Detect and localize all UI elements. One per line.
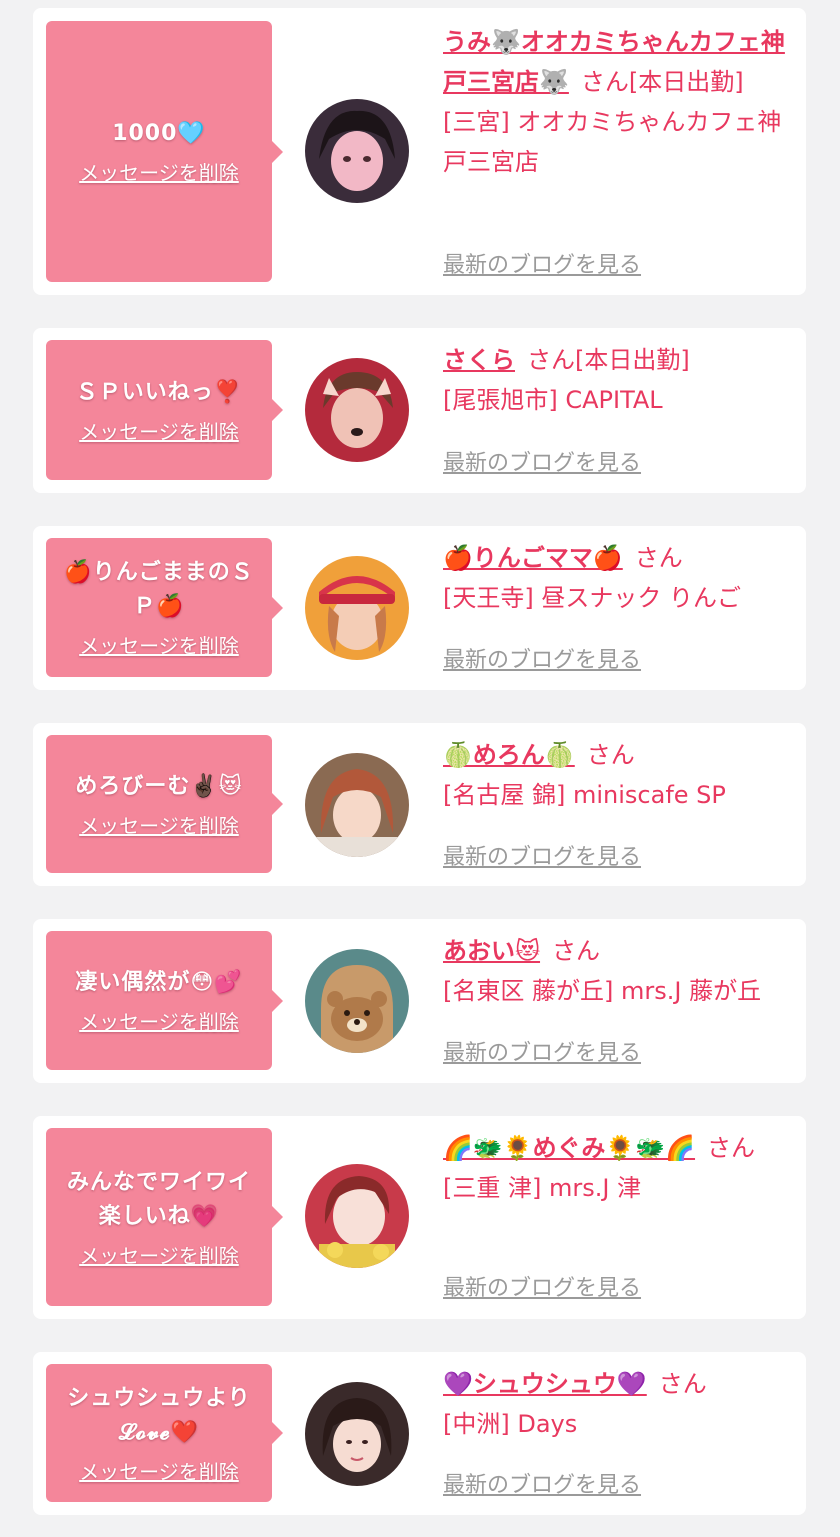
honorific: さん bbox=[707, 1134, 756, 1162]
honorific: さん bbox=[580, 68, 629, 96]
cast-name-link[interactable]: 🍈めろん🍈 bbox=[443, 741, 575, 769]
delete-message-link[interactable]: メッセージを削除 bbox=[79, 1456, 239, 1485]
shop-info: [天王寺] 昼スナック りんご bbox=[443, 584, 741, 612]
latest-blog-link[interactable]: 最新のブログを見る bbox=[443, 642, 641, 674]
cast-name-link[interactable]: 🍎りんごママ🍎 bbox=[443, 544, 623, 572]
latest-blog-link[interactable]: 最新のブログを見る bbox=[443, 1035, 641, 1067]
avatar[interactable] bbox=[305, 753, 409, 857]
message-text: みんなでワイワイ楽しいね💗 bbox=[66, 1169, 251, 1229]
message-bubble: みんなでワイワイ楽しいね💗 メッセージを削除 bbox=[46, 1128, 283, 1306]
message-text: めろびーむ✌🏿😻 bbox=[75, 773, 243, 799]
cast-name-link[interactable]: 💜シュウシュウ💜 bbox=[443, 1370, 647, 1398]
latest-blog-link[interactable]: 最新のブログを見る bbox=[443, 445, 641, 477]
delete-message-link[interactable]: メッセージを削除 bbox=[79, 630, 239, 659]
delete-message-link[interactable]: メッセージを削除 bbox=[79, 1240, 239, 1269]
latest-blog-link[interactable]: 最新のブログを見る bbox=[443, 247, 641, 279]
list-item: 🍎りんごままのＳＰ🍎 メッセージを削除 🍎りんごママ🍎 さん [天王寺] 昼スナッ… bbox=[33, 526, 806, 690]
delete-message-link[interactable]: メッセージを削除 bbox=[79, 810, 239, 839]
avatar[interactable] bbox=[305, 556, 409, 660]
cast-info: あおい😻 さん [名東区 藤が丘] mrs.J 藤が丘 bbox=[443, 931, 793, 1011]
message-text: 1000🩵 bbox=[112, 121, 206, 146]
avatar[interactable] bbox=[305, 1164, 409, 1268]
avatar[interactable] bbox=[305, 1382, 409, 1486]
honorific: さん bbox=[552, 937, 601, 965]
list-item: ＳＰいいねっ❣️ メッセージを削除 さくら さん[本日出勤] [尾張旭市] CAP… bbox=[33, 328, 806, 493]
avatar[interactable] bbox=[305, 99, 409, 203]
cast-info: 🍈めろん🍈 さん [名古屋 錦] miniscafe SP bbox=[443, 735, 793, 815]
shop-info: [三宮] オオカミちゃんカフェ神戸三宮店 bbox=[443, 108, 782, 176]
latest-blog-link[interactable]: 最新のブログを見る bbox=[443, 1270, 641, 1302]
delete-message-link[interactable]: メッセージを削除 bbox=[79, 1006, 239, 1035]
list-item: みんなでワイワイ楽しいね💗 メッセージを削除 🌈🐲🌻めぐみ🌻🐲🌈 さん [三重 津… bbox=[33, 1116, 806, 1319]
shop-info: [尾張旭市] CAPITAL bbox=[443, 386, 663, 414]
list-item: 凄い偶然が😳💕 メッセージを削除 あおい😻 さん [名東区 藤が丘] mrs.J … bbox=[33, 919, 806, 1083]
delete-message-link[interactable]: メッセージを削除 bbox=[79, 157, 239, 186]
list-item: シュウシュウより𝓛𝓸𝓿𝓮❤️ メッセージを削除 💜シュウシュウ💜 さん [中洲] … bbox=[33, 1352, 806, 1515]
work-status: [本日出勤] bbox=[628, 68, 744, 96]
message-text: 🍎りんごままのＳＰ🍎 bbox=[64, 560, 254, 619]
message-bubble: シュウシュウより𝓛𝓸𝓿𝓮❤️ メッセージを削除 bbox=[46, 1364, 283, 1502]
message-bubble: ＳＰいいねっ❣️ メッセージを削除 bbox=[46, 340, 283, 480]
message-text: ＳＰいいねっ❣️ bbox=[75, 379, 243, 405]
delete-message-link[interactable]: メッセージを削除 bbox=[79, 416, 239, 445]
latest-blog-link[interactable]: 最新のブログを見る bbox=[443, 839, 641, 871]
list-item: めろびーむ✌🏿😻 メッセージを削除 🍈めろん🍈 さん [名古屋 錦] minisc… bbox=[33, 723, 806, 886]
latest-blog-link[interactable]: 最新のブログを見る bbox=[443, 1467, 641, 1499]
shop-info: [名古屋 錦] miniscafe SP bbox=[443, 781, 726, 809]
honorific: さん bbox=[586, 741, 635, 769]
cast-name-link[interactable]: さくら bbox=[443, 346, 515, 374]
message-bubble: めろびーむ✌🏿😻 メッセージを削除 bbox=[46, 735, 283, 873]
cast-info: さくら さん[本日出勤] [尾張旭市] CAPITAL bbox=[443, 340, 793, 420]
message-text: シュウシュウより𝓛𝓸𝓿𝓮❤️ bbox=[67, 1385, 251, 1445]
honorific: さん bbox=[634, 544, 683, 572]
message-text: 凄い偶然が😳💕 bbox=[75, 970, 243, 995]
message-bubble: 1000🩵 メッセージを削除 bbox=[46, 21, 283, 282]
message-bubble: 凄い偶然が😳💕 メッセージを削除 bbox=[46, 931, 283, 1070]
shop-info: [中洲] Days bbox=[443, 1410, 578, 1438]
cast-info: 🍎りんごママ🍎 さん [天王寺] 昼スナック りんご bbox=[443, 538, 793, 618]
shop-info: [名東区 藤が丘] mrs.J 藤が丘 bbox=[443, 977, 762, 1005]
honorific: さん bbox=[527, 346, 575, 374]
avatar[interactable] bbox=[305, 949, 409, 1053]
cast-info: 💜シュウシュウ💜 さん [中洲] Days bbox=[443, 1364, 793, 1444]
list-item: 1000🩵 メッセージを削除 うみ🐺オオカミちゃんカフェ神戸三宮店🐺 さん[本日出… bbox=[33, 8, 806, 295]
shop-info: [三重 津] mrs.J 津 bbox=[443, 1174, 642, 1202]
honorific: さん bbox=[658, 1370, 707, 1398]
message-list: 1000🩵 メッセージを削除 うみ🐺オオカミちゃんカフェ神戸三宮店🐺 さん[本日出… bbox=[0, 0, 840, 1537]
message-bubble: 🍎りんごままのＳＰ🍎 メッセージを削除 bbox=[46, 538, 283, 677]
avatar[interactable] bbox=[305, 358, 409, 462]
work-status: [本日出勤] bbox=[575, 346, 690, 374]
cast-info: うみ🐺オオカミちゃんカフェ神戸三宮店🐺 さん[本日出勤] [三宮] オオカミちゃん… bbox=[443, 22, 793, 182]
cast-info: 🌈🐲🌻めぐみ🌻🐲🌈 さん [三重 津] mrs.J 津 bbox=[443, 1128, 793, 1208]
cast-name-link[interactable]: あおい😻 bbox=[443, 937, 540, 965]
cast-name-link[interactable]: 🌈🐲🌻めぐみ🌻🐲🌈 bbox=[443, 1134, 695, 1162]
